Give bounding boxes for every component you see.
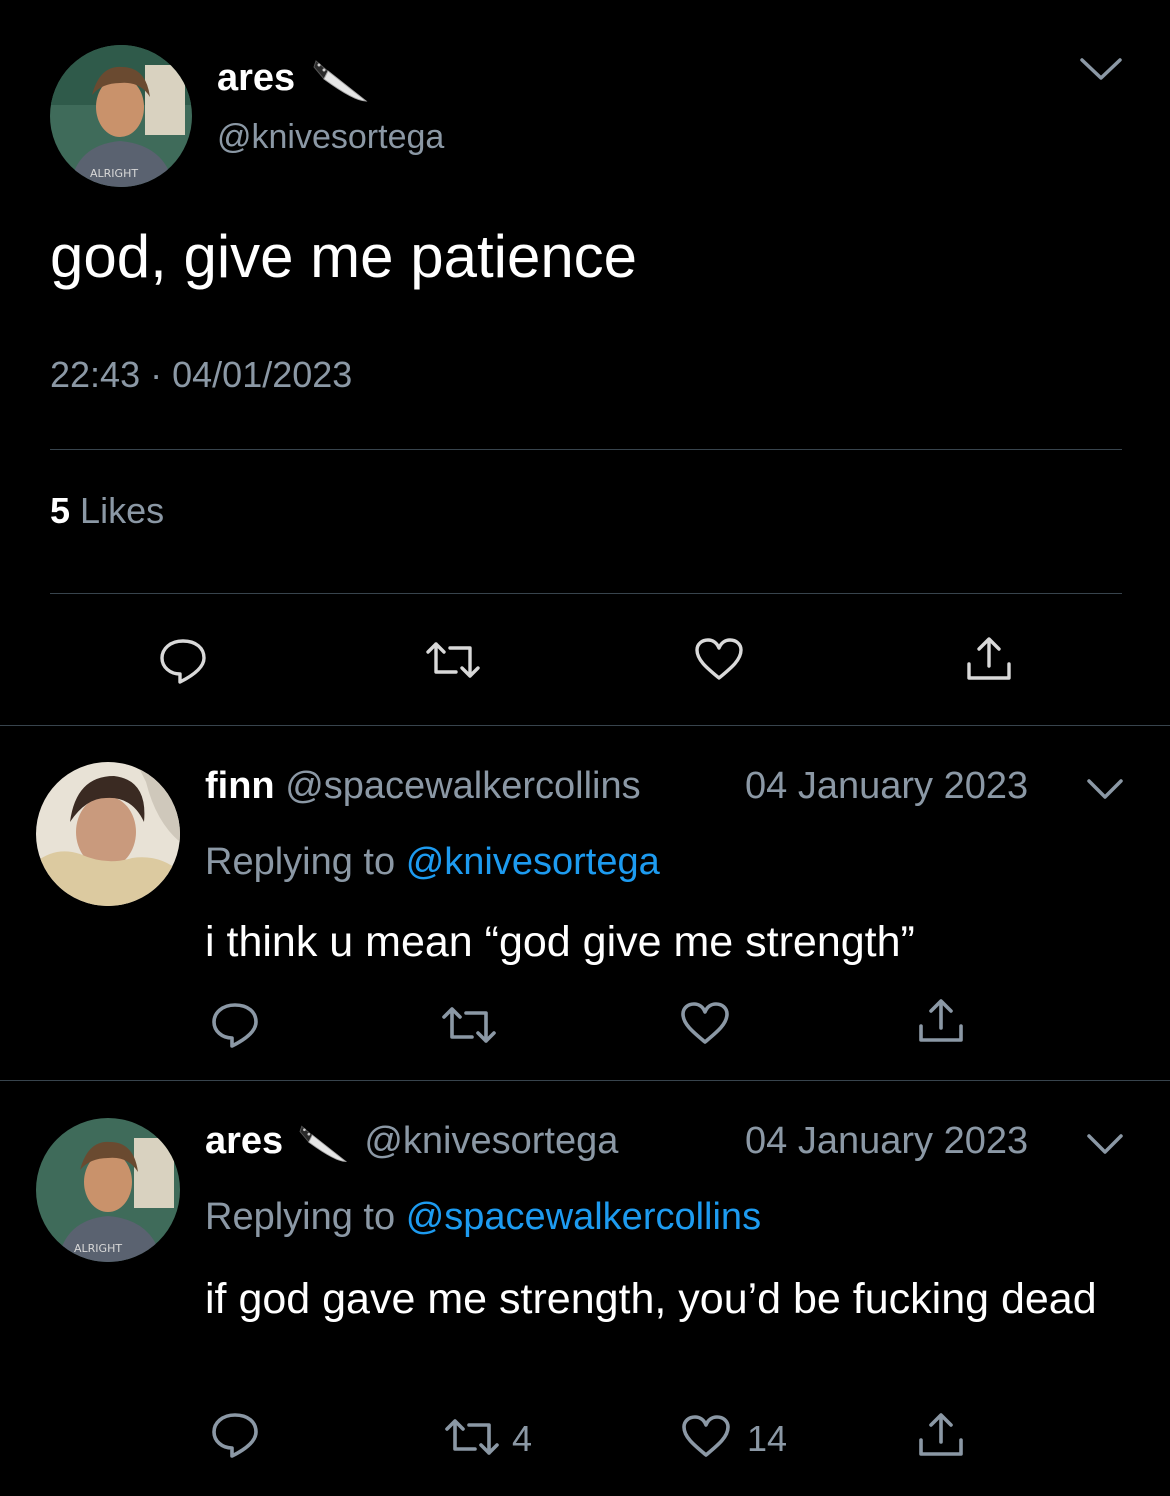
replying-prefix: Replying to: [205, 1196, 396, 1238]
tweet-date: 04/01/2023: [172, 354, 353, 395]
display-name[interactable]: finn: [205, 765, 275, 807]
share-icon[interactable]: [917, 996, 965, 1046]
heart-icon[interactable]: [693, 636, 745, 682]
like-count: 14: [747, 1418, 788, 1459]
tweet-text: god, give me patience: [50, 223, 638, 290]
avatar[interactable]: ALRIGHT: [50, 45, 192, 187]
share-icon[interactable]: [965, 634, 1013, 684]
divider: [0, 725, 1170, 726]
tweet-time: 22:43: [50, 354, 141, 395]
chevron-down-icon[interactable]: [1078, 54, 1124, 84]
knife-icon: [296, 1121, 348, 1165]
replying-to-link[interactable]: @spacewalkercollins: [406, 1196, 761, 1238]
chevron-down-icon[interactable]: [1085, 776, 1125, 802]
reply-date[interactable]: 04 January 2023: [745, 765, 1028, 808]
retweet-icon[interactable]: [443, 1415, 501, 1459]
svg-text:ALRIGHT: ALRIGHT: [90, 167, 138, 180]
likes-summary[interactable]: 5 Likes: [50, 490, 164, 532]
svg-text:ALRIGHT: ALRIGHT: [74, 1242, 122, 1255]
display-name[interactable]: ares: [205, 1120, 283, 1162]
author-name[interactable]: ares: [217, 55, 368, 105]
likes-label: Likes: [80, 490, 165, 531]
reply-date[interactable]: 04 January 2023: [745, 1120, 1028, 1163]
reply-header: ares @knivesortega: [205, 1120, 618, 1165]
replying-to-line: Replying to @knivesortega: [205, 841, 660, 884]
reply-icon[interactable]: [210, 1410, 260, 1460]
replying-to-line: Replying to @spacewalkercollins: [205, 1196, 761, 1239]
heart-icon[interactable]: [680, 1413, 732, 1459]
reply-header: finn @spacewalkercollins: [205, 765, 641, 808]
author-handle[interactable]: @spacewalkercollins: [285, 765, 640, 807]
reply-icon[interactable]: [158, 636, 208, 686]
retweet-icon[interactable]: [440, 1003, 498, 1047]
divider: [50, 593, 1122, 594]
author-handle[interactable]: @knivesortega: [364, 1120, 618, 1162]
divider: [0, 1080, 1170, 1081]
reply-text: i think u mean “god give me strength”: [205, 918, 915, 966]
avatar[interactable]: [36, 762, 180, 906]
reply-icon[interactable]: [210, 1000, 260, 1050]
retweet-icon[interactable]: [424, 638, 482, 682]
divider: [50, 449, 1122, 450]
avatar[interactable]: ALRIGHT: [36, 1118, 180, 1262]
replying-prefix: Replying to: [205, 841, 396, 883]
heart-icon[interactable]: [679, 1000, 731, 1046]
tweet-timestamp: 22:43 · 04/01/2023: [50, 354, 352, 396]
likes-count: 5: [50, 490, 71, 531]
reply-text: if god gave me strength, you’d be fuckin…: [205, 1275, 1097, 1323]
replying-to-link[interactable]: @knivesortega: [406, 841, 660, 883]
display-name[interactable]: ares: [217, 57, 295, 99]
retweet-count: 4: [512, 1418, 533, 1459]
author-handle[interactable]: @knivesortega: [217, 118, 444, 157]
timestamp-separator: ·: [150, 354, 163, 395]
chevron-down-icon[interactable]: [1085, 1131, 1125, 1157]
share-icon[interactable]: [917, 1410, 965, 1460]
knife-icon: [310, 55, 368, 105]
